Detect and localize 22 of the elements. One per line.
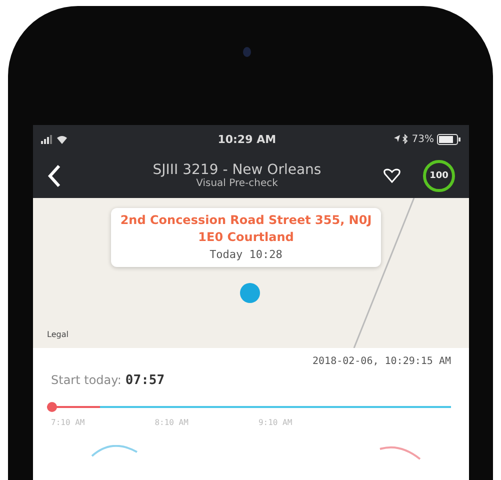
- location-dot-icon: [240, 283, 260, 303]
- start-time: 07:57: [125, 373, 165, 388]
- heart-icon[interactable]: [383, 168, 401, 184]
- timeline-tick-label: 7:10 AM: [51, 418, 85, 427]
- gauge-arc-drawing: [91, 445, 138, 457]
- battery-icon: [437, 134, 461, 144]
- nav-subtitle: Visual Pre-check: [196, 178, 278, 189]
- start-label: Start today:: [51, 373, 122, 387]
- timeline-tick-label: 8:10 AM: [154, 418, 188, 427]
- timestamp: 2018-02-06, 10:29:15 AM: [312, 356, 451, 367]
- score-badge: 100: [423, 160, 455, 192]
- nav-title: SJIII 3219 - New Orleans: [152, 162, 322, 178]
- back-chevron-icon[interactable]: [47, 164, 61, 188]
- gauge-arc-drawing: [379, 445, 421, 460]
- legal-link[interactable]: Legal: [47, 330, 68, 339]
- status-time: 10:29 AM: [216, 132, 278, 146]
- callout-address: 2nd Concession Road Street 355, N0J 1E0 Courtland: [119, 212, 373, 246]
- callout-time: Today 10:28: [210, 248, 282, 261]
- camera-icon: [243, 46, 251, 56]
- battery-percent: 73%: [412, 134, 434, 144]
- timeline-tick-label: 9:10 AM: [258, 418, 292, 427]
- location-bluetooth-icon: [392, 134, 409, 144]
